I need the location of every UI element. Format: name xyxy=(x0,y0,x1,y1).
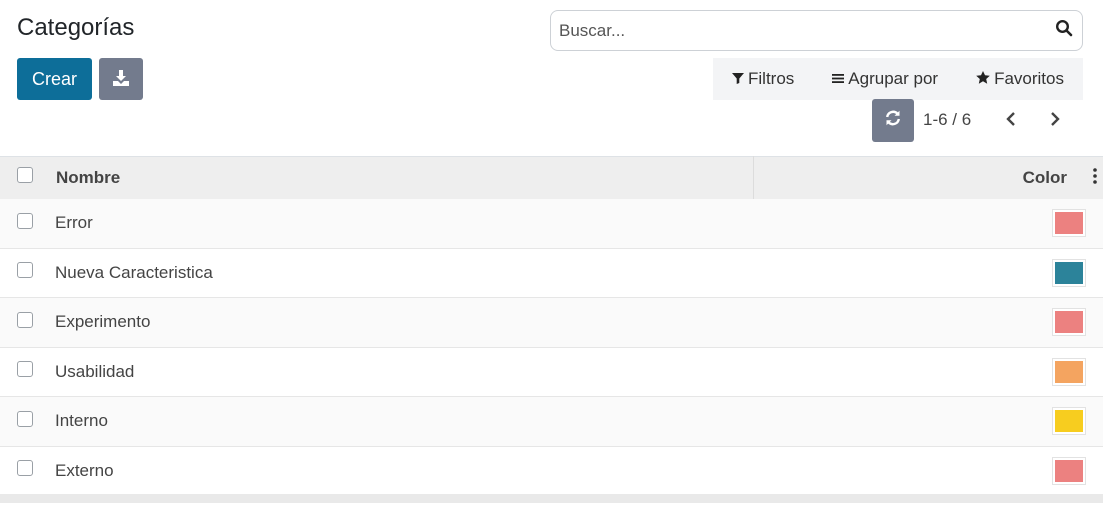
refresh-icon xyxy=(884,109,902,132)
table-footer xyxy=(0,494,1103,503)
row-checkbox[interactable] xyxy=(17,460,33,477)
row-name: Experimento xyxy=(55,312,151,332)
table-row[interactable]: Interno xyxy=(0,396,1103,446)
table-row[interactable]: Usabilidad xyxy=(0,347,1103,397)
search-icon xyxy=(1055,19,1073,42)
records-table: Nombre Color Error Nueva Caracteristica … xyxy=(0,156,1103,496)
star-icon xyxy=(976,69,990,89)
list-view: Categorías Crear Filtros xyxy=(0,0,1103,513)
select-all-checkbox[interactable] xyxy=(17,167,33,184)
search-panel-toolbar: Filtros Agrupar por Favoritos xyxy=(713,58,1083,100)
search-bar xyxy=(550,10,1083,51)
row-checkbox[interactable] xyxy=(17,410,33,427)
table-row[interactable]: Externo xyxy=(0,446,1103,496)
filters-label: Filtros xyxy=(748,69,795,88)
search-input[interactable] xyxy=(551,11,1046,50)
page-title: Categorías xyxy=(17,14,135,41)
group-by-button[interactable]: Agrupar por xyxy=(832,69,938,89)
pager-value[interactable]: 1-6 / 6 xyxy=(923,110,971,130)
row-checkbox[interactable] xyxy=(17,262,33,279)
pager-next-button[interactable] xyxy=(1042,108,1068,134)
color-swatch xyxy=(1053,358,1085,385)
table-row[interactable]: Experimento xyxy=(0,297,1103,347)
row-checkbox[interactable] xyxy=(17,311,33,328)
row-name: Nueva Caracteristica xyxy=(55,262,213,282)
filter-icon xyxy=(732,69,744,89)
group-by-label: Agrupar por xyxy=(848,69,939,88)
create-button[interactable]: Crear xyxy=(17,58,92,100)
pager-previous-button[interactable] xyxy=(998,108,1024,134)
table-row[interactable]: Error xyxy=(0,198,1103,248)
column-header-color[interactable]: Color xyxy=(753,157,1103,199)
color-swatch xyxy=(1053,309,1085,336)
optional-columns-toggle[interactable] xyxy=(1093,168,1097,189)
color-swatch xyxy=(1053,408,1085,435)
favorites-label: Favoritos xyxy=(994,69,1064,88)
chevron-left-icon xyxy=(1006,111,1016,132)
color-swatch xyxy=(1053,457,1085,484)
row-name: Externo xyxy=(55,460,114,480)
favorites-button[interactable]: Favoritos xyxy=(976,69,1064,89)
row-name: Error xyxy=(55,213,93,232)
download-icon xyxy=(112,69,130,90)
refresh-button[interactable] xyxy=(872,99,914,142)
select-all-cell xyxy=(0,157,50,199)
row-checkbox[interactable] xyxy=(17,361,33,378)
column-header-name[interactable]: Nombre xyxy=(50,156,754,199)
search-button[interactable] xyxy=(1046,11,1082,50)
vertical-dots-icon xyxy=(1093,168,1097,188)
color-swatch xyxy=(1053,259,1085,286)
table-row[interactable]: Nueva Caracteristica xyxy=(0,248,1103,298)
download-button[interactable] xyxy=(99,58,143,100)
row-checkbox[interactable] xyxy=(17,212,33,229)
chevron-right-icon xyxy=(1050,111,1060,132)
bars-icon xyxy=(832,69,845,89)
color-swatch xyxy=(1053,210,1085,236)
row-name: Interno xyxy=(55,411,108,431)
table-header-row: Nombre Color xyxy=(0,156,1103,199)
filters-button[interactable]: Filtros xyxy=(732,69,794,89)
row-name: Usabilidad xyxy=(55,361,135,381)
